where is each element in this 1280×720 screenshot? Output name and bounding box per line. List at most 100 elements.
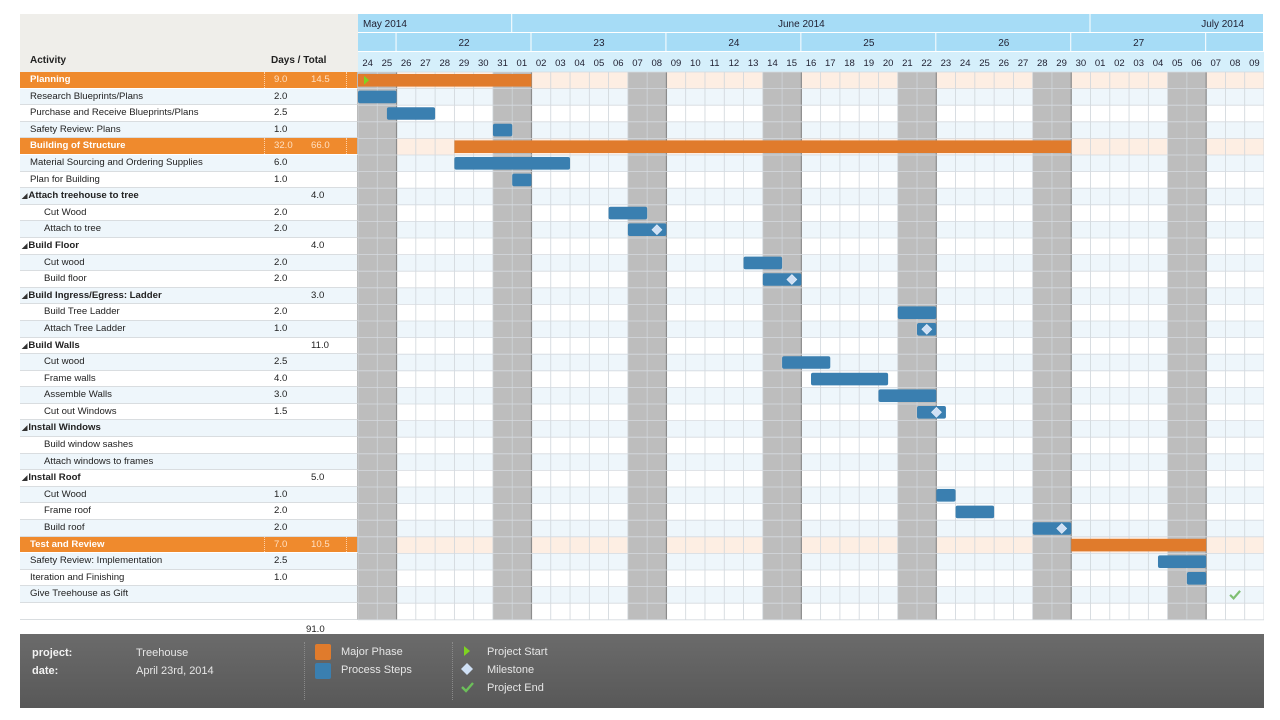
day-label: 20 [883, 58, 894, 69]
phase-divider [346, 138, 347, 154]
group-row[interactable]: ◢Build Walls 11.0 [20, 337, 358, 355]
task-bar[interactable] [492, 123, 513, 137]
phase-bar[interactable] [358, 74, 532, 87]
days-value: 3.0 [274, 389, 288, 401]
table-row[interactable]: Give Treehouse as Gift [20, 586, 358, 603]
day-label: 21 [902, 58, 913, 69]
table-row[interactable]: Iteration and Finishing 1.0 [20, 569, 358, 587]
table-row[interactable]: Attach to tree 2.0 [20, 221, 358, 238]
day-label: 25 [979, 58, 990, 69]
date-value: April 23rd, 2014 [136, 665, 214, 677]
activity-name: Research Blueprints/Plans [30, 89, 143, 105]
weekend-column [917, 72, 937, 620]
collapse-triangle-icon[interactable]: ◢ [22, 243, 27, 250]
task-bar[interactable] [811, 372, 889, 386]
task-bar[interactable] [936, 489, 956, 502]
collapse-triangle-icon[interactable]: ◢ [22, 425, 27, 432]
table-row[interactable]: Safety Review: Plans 1.0 [20, 121, 358, 139]
table-row[interactable]: Attach Tree Ladder 1.0 [20, 320, 358, 338]
activity-name-text: Frame roof [44, 505, 91, 517]
table-row[interactable]: Cut wood 2.0 [20, 254, 358, 272]
project-end-check-icon [461, 682, 474, 693]
group-row[interactable]: ◢Attach treehouse to tree 4.0 [20, 188, 358, 205]
phase-row[interactable]: Building of Structure 32.0 66.0 [20, 138, 358, 155]
table-row[interactable]: Build window sashes [20, 437, 358, 454]
project-label: project: [32, 647, 73, 659]
activity-name: Cut wood [44, 255, 85, 271]
phase-row[interactable]: Planning 9.0 14.5 [20, 72, 358, 89]
day-label: 24 [960, 58, 971, 69]
day-label: 29 [459, 58, 470, 69]
task-bar[interactable] [454, 157, 571, 170]
task-bar[interactable] [878, 389, 937, 402]
weekend-column [1032, 72, 1052, 620]
day-label: 06 [613, 58, 624, 69]
task-bar[interactable] [955, 505, 995, 519]
table-row[interactable]: Build Tree Ladder 2.0 [20, 304, 358, 321]
task-bar[interactable] [1157, 555, 1207, 568]
collapse-triangle-icon[interactable]: ◢ [22, 293, 27, 300]
task-bar[interactable] [1186, 572, 1207, 585]
task-bar[interactable] [512, 173, 532, 187]
table-row[interactable]: Cut Wood 2.0 [20, 204, 358, 222]
activity-name: Material Sourcing and Ordering Supplies [30, 155, 203, 171]
task-bar[interactable] [897, 306, 937, 319]
weekend-column [897, 72, 918, 620]
group-row[interactable]: ◢Install Roof 5.0 [20, 470, 358, 487]
table-row[interactable]: Attach windows to frames [20, 453, 358, 471]
table-row[interactable]: Frame roof 2.0 [20, 503, 358, 521]
day-label: 05 [1172, 58, 1183, 69]
task-bar[interactable] [358, 90, 397, 104]
task-bar[interactable] [743, 256, 783, 270]
activity-name-text: Attach to tree [44, 223, 102, 235]
table-row[interactable]: Cut wood 2.5 [20, 354, 358, 371]
days-value: 2.0 [274, 256, 288, 268]
group-row[interactable]: ◢Build Floor 4.0 [20, 237, 358, 255]
days-value: 2.5 [274, 107, 288, 119]
day-label: 14 [767, 58, 778, 69]
task-bar[interactable] [386, 107, 436, 120]
activity-name: ◢Attach treehouse to tree [22, 188, 139, 205]
phase-row[interactable]: Test and Review 7.0 10.5 [20, 536, 358, 554]
phase-divider [346, 536, 347, 553]
collapse-triangle-icon[interactable]: ◢ [22, 343, 27, 350]
day-label: 30 [1076, 58, 1087, 69]
milestone-icon [461, 663, 473, 675]
major-phase-swatch-icon [315, 644, 331, 660]
table-row[interactable]: Safety Review: Implementation 2.5 [20, 553, 358, 570]
group-row[interactable]: ◢Install Windows [20, 420, 358, 438]
group-row[interactable]: ◢Build Ingress/Egress: Ladder 3.0 [20, 287, 358, 305]
table-row[interactable]: Purchase and Receive Blueprints/Plans 2.5 [20, 105, 358, 122]
phase-bar[interactable] [454, 140, 1072, 153]
activity-name-text: Attach treehouse to tree [28, 190, 139, 202]
task-bar[interactable] [608, 206, 648, 220]
table-row[interactable]: Research Blueprints/Plans 2.0 [20, 88, 358, 106]
collapse-triangle-icon[interactable]: ◢ [22, 193, 27, 200]
month-label: July 2014 [1201, 19, 1244, 30]
task-bar[interactable] [782, 356, 831, 369]
activity-name: ◢Build Floor [22, 238, 79, 255]
day-label: 27 [1018, 58, 1029, 69]
table-row[interactable]: Material Sourcing and Ordering Supplies 6… [20, 154, 358, 172]
table-row[interactable]: Frame walls 4.0 [20, 370, 358, 388]
table-row[interactable]: Plan for Building 1.0 [20, 171, 358, 189]
footer-divider [452, 642, 453, 700]
day-label: 30 [478, 58, 489, 69]
total-value: 4.0 [311, 239, 325, 251]
activity-name: Build floor [44, 271, 87, 287]
day-label: 25 [382, 58, 393, 69]
table-row[interactable]: Build roof 2.0 [20, 520, 358, 537]
table-row[interactable]: Cut Wood 1.0 [20, 486, 358, 504]
phase-bar[interactable] [1071, 538, 1207, 552]
collapse-triangle-icon[interactable]: ◢ [22, 475, 27, 482]
activity-name: Planning [30, 72, 71, 88]
project-value: Treehouse [136, 647, 189, 659]
day-label: 12 [729, 58, 740, 69]
table-row[interactable] [20, 603, 358, 620]
activity-name-text: Research Blueprints/Plans [30, 90, 144, 102]
activity-name-text: Build Floor [28, 239, 80, 251]
table-row[interactable]: Build floor 2.0 [20, 271, 358, 288]
activity-column-header: Activity [30, 55, 67, 66]
table-row[interactable]: Assemble Walls 3.0 [20, 387, 358, 404]
table-row[interactable]: Cut out Windows 1.5 [20, 403, 358, 421]
